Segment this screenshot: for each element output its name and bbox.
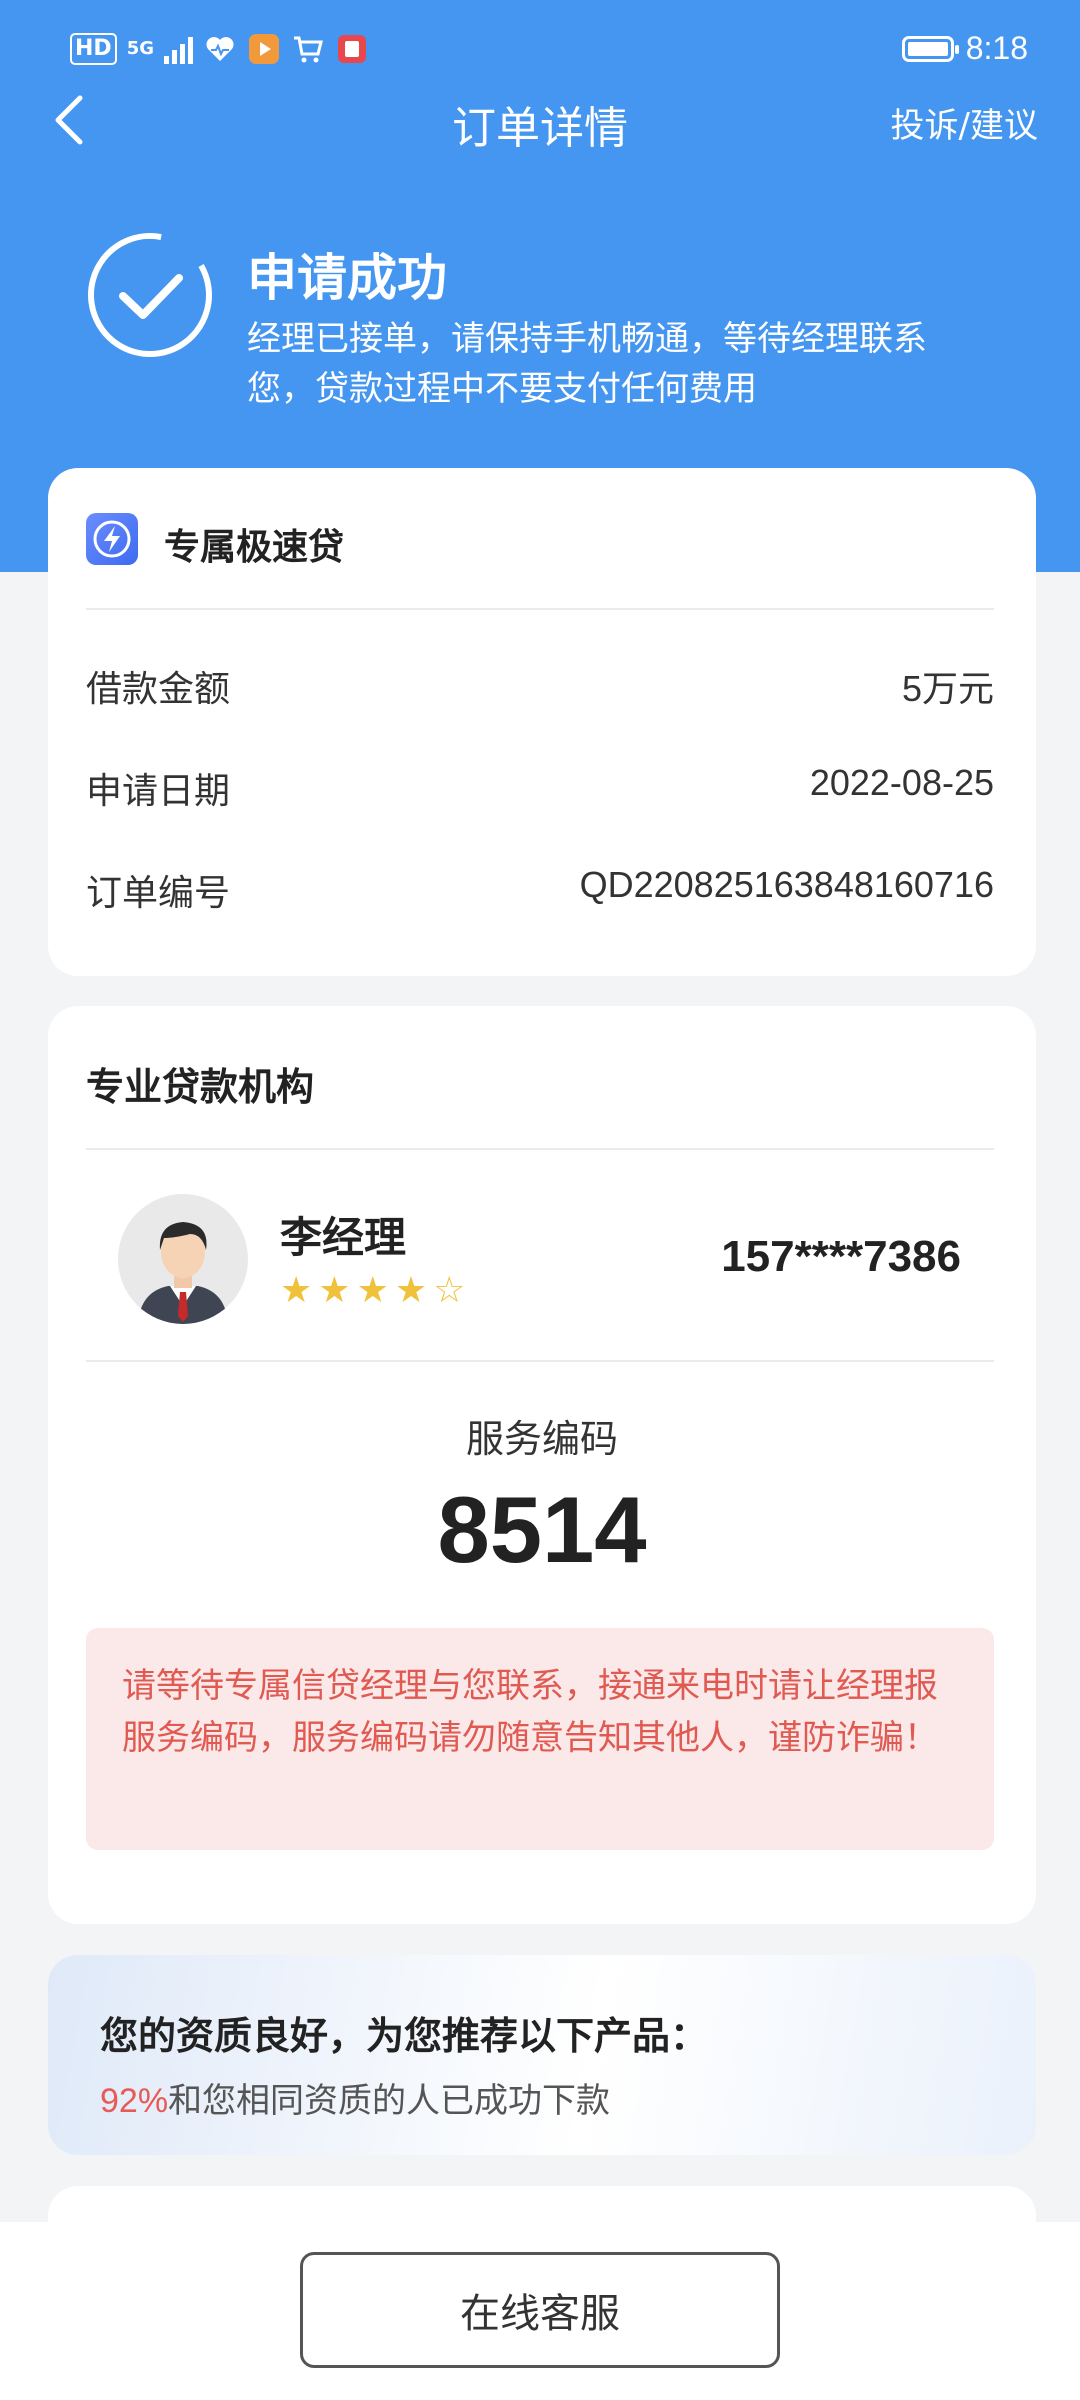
lightning-icon (86, 513, 138, 565)
warning-text: 请等待专属信贷经理与您联系，接通来电时请让经理报服务编码，服务编码请勿随意告知其… (122, 1666, 938, 1758)
rating-stars: ★ ★ ★ ★ ☆ (280, 1273, 465, 1309)
status-icons-right: 8:18 (901, 30, 1028, 67)
success-description: 经理已接单，请保持手机畅通，等待经理联系您，贷款过程中不要支付任何费用 (247, 319, 927, 409)
product-name: 专属极速贷 (164, 527, 345, 568)
check-circle-icon (88, 233, 212, 357)
loan-amount-label: 借款金额 (86, 669, 231, 710)
recommend-subtitle: 92%和您相同资质的人已成功下款 (100, 2073, 610, 2122)
order-number-label: 订单编号 (86, 873, 231, 914)
status-icons-left: HD 5G (70, 32, 369, 66)
recommend-title: 您的资质良好，为您推荐以下产品： (100, 2014, 709, 2058)
video-app-icon (247, 32, 281, 66)
order-number-value: QD220825163848160716 (579, 864, 994, 905)
product-card: 专属极速贷 借款金额 5万元 申请日期 2022-08-25 订单编号 QD22… (48, 468, 1036, 976)
service-code-label: 服务编码 (465, 1417, 618, 1461)
service-code: 8514 (437, 1477, 647, 1582)
manager-phone[interactable]: 157****7386 (721, 1232, 961, 1282)
bottom-bar: 在线客服 (0, 2222, 1080, 2400)
network-type: 5G (126, 38, 154, 59)
nav-bar: 订单详情 投诉/建议 (0, 80, 1080, 160)
apply-date-value: 2022-08-25 (809, 762, 994, 803)
online-service-button[interactable]: 在线客服 (300, 2252, 780, 2368)
complaint-link[interactable]: 投诉/建议 (891, 98, 1038, 147)
recommend-banner: 您的资质良好，为您推荐以下产品： 92%和您相同资质的人已成功下款 (48, 1955, 1036, 2155)
star-empty-icon: ☆ (433, 1270, 466, 1311)
recommend-subtitle-text: 和您相同资质的人已成功下款 (168, 2081, 611, 2121)
star-filled-icon: ★ (318, 1270, 351, 1311)
star-filled-icon: ★ (394, 1270, 428, 1311)
clock: 8:18 (965, 30, 1028, 66)
manager-name: 李经理 (280, 1213, 407, 1262)
star-filled-icon: ★ (356, 1270, 389, 1311)
divider (86, 608, 994, 610)
loan-amount-value: 5万元 (901, 668, 994, 709)
cart-icon (291, 32, 325, 66)
battery-icon (901, 35, 959, 62)
warning-box: 请等待专属信贷经理与您联系，接通来电时请让经理报服务编码，服务编码请勿随意告知其… (86, 1628, 994, 1850)
org-title: 专业贷款机构 (86, 1065, 315, 1109)
divider (86, 1148, 994, 1150)
apply-date-label: 申请日期 (86, 771, 231, 812)
heart-icon (203, 32, 237, 66)
hd-badge: HD (70, 33, 117, 65)
success-title: 申请成功 (247, 249, 447, 307)
star-filled-icon: ★ (280, 1270, 313, 1311)
recommend-percent: 92% (100, 2082, 169, 2120)
org-card: 专业贷款机构 李经理 ★ ★ ★ ★ ☆ 157****7386 服务编码 8514 请… (48, 1006, 1036, 1924)
signal-icon (164, 34, 193, 64)
book-app-icon (335, 32, 369, 66)
avatar (118, 1194, 248, 1324)
divider (86, 1360, 994, 1362)
